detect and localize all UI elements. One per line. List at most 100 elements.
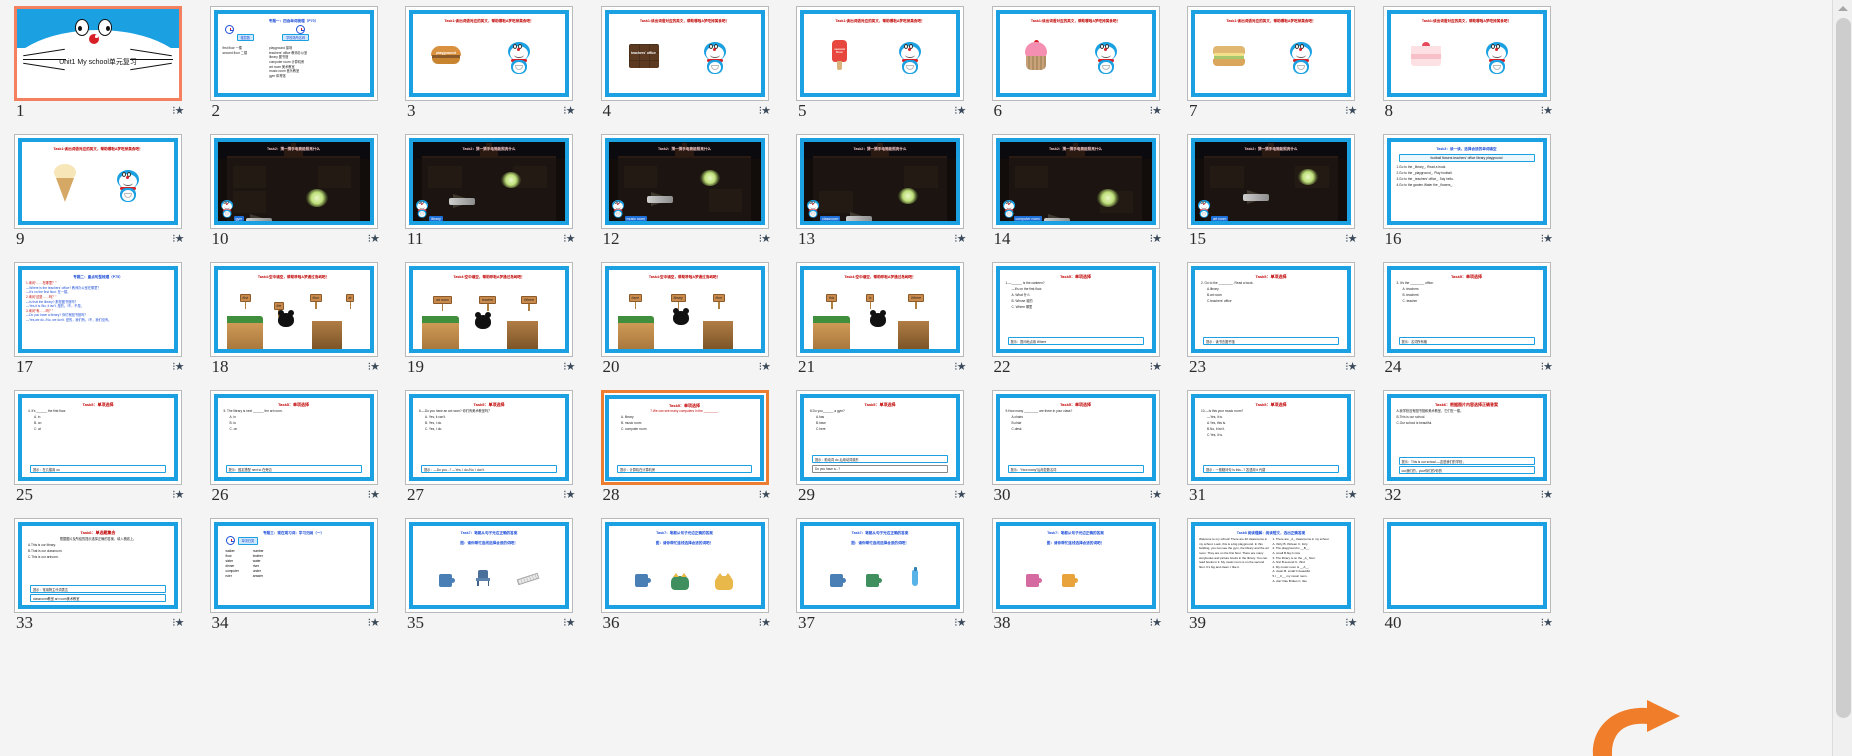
scroll-up-arrow-icon[interactable] [1836, 2, 1850, 14]
slide-cell-36[interactable]: Task7：笔都从句子光边正确的答案 图：请你帮忙连线选择合适的词吧！ 36 ⁝… [597, 514, 793, 642]
slide-thumbnail-18[interactable]: Task4:空中填空，帮助哆啦A梦通过岛屿吧！ first the floor … [209, 262, 378, 357]
slide-thumbnail-12[interactable]: music room Task2：猜一猜手电筒能照亮什么 [600, 134, 769, 229]
hint-box: 提示：读书去图书馆 [1203, 337, 1339, 345]
slide-cell-9[interactable]: Task1:读出词语对应的英文，帮助哪啦A梦吃掉美食吧！ 9 ⁝★ [10, 130, 206, 258]
slide-cell-6[interactable]: Task1:读出词语对应的英文，帮助哪啦A梦吃掉美食吧！ 6 ⁝★ [988, 2, 1184, 130]
slide-cell-21[interactable]: Task4:空中填空，帮助哆啦A梦通过岛屿吧！ this is Where 21… [792, 258, 988, 386]
slide-cell-17[interactable]: 专题二：重点句型梳理（P75） 1.询问“……在哪里？” —Where is t… [10, 258, 206, 386]
slide-thumbnail-15[interactable]: art room Task2：猜一猜手电筒能照亮什么 [1187, 134, 1355, 229]
slide-cell-22[interactable]: Task5：单项选择 1.—______ is the canteen? —It… [988, 258, 1184, 386]
slide-cell-38[interactable]: Task7：笔都从句子光边正确的答案 图：请你帮忙连线选择合适的词吧！ 38 ⁝… [988, 514, 1184, 642]
slide-cell-26[interactable]: Task5：单项选择 5. The library is next ______… [206, 386, 402, 514]
slide-thumbnail-37[interactable]: Task7：笔都从句子光边正确的答案 图：请你帮忙连线选择合适的词吧！ [796, 518, 964, 613]
slide-thumbnail-1[interactable]: Unit1 My school单元复习 [14, 6, 182, 101]
slide-thumbnail-3[interactable]: Task1:读出词语对应的英文，帮助哪啦A梦吃掉美食吧！ playground [405, 6, 573, 101]
slide-thumbnail-36[interactable]: Task7：笔都从句子光边正确的答案 图：请你帮忙连线选择合适的词吧！ [600, 518, 769, 613]
slide-thumbnail-33[interactable]: Task6：单选题集合 根据图片及所给的提示选择正确的答案，填入横线上。 A.T… [14, 518, 182, 613]
task1-title: Task1:读出词语对应的英文，帮助哪啦A梦吃掉美食吧！ [1421, 19, 1512, 23]
slide-cell-19[interactable]: Task4:空中填空，帮助哆啦A梦通过岛屿吧！ art room teacher… [401, 258, 597, 386]
slide-thumbnail-26[interactable]: Task5：单项选择 5. The library is next ______… [209, 390, 378, 485]
slide-thumbnail-2[interactable]: 专题一：四会单词梳理（P70） 楼层数 学校场所名称 first floor 一… [209, 6, 378, 101]
slide-cell-28[interactable]: Task5：单项选择 7.We can see many computers i… [597, 386, 793, 514]
slide-cell-14[interactable]: computer room Task2：猜一猜手电筒能照亮什么 14 ⁝★ [988, 130, 1184, 258]
slide-thumbnail-16[interactable]: Task3：读一读，选择合适的单词填空 football flowers tea… [1382, 134, 1551, 229]
slide-thumbnail-38[interactable]: Task7：笔都从句子光边正确的答案 图：请你帮忙连线选择合适的词吧！ [991, 518, 1160, 613]
slide-number-22: 22 [993, 357, 1011, 376]
slide-thumbnail-14[interactable]: computer room Task2：猜一猜手电筒能照亮什么 [991, 134, 1160, 229]
slide-cell-16[interactable]: Task3：读一读，选择合适的单词填空 football flowers tea… [1379, 130, 1575, 258]
slide-cell-2[interactable]: 专题一：四会单词梳理（P70） 楼层数 学校场所名称 first floor 一… [206, 2, 402, 130]
slide-cell-27[interactable]: Task5：单项选择 6.—Do you have an art room? 你… [401, 386, 597, 514]
option: C. Where 哪里 [1011, 304, 1033, 309]
slide-thumbnail-7[interactable]: Task1:读出词语对应的英文，帮助哪啦A梦吃掉美食吧！ [1187, 6, 1355, 101]
slide-cell-4[interactable]: Task1:读出词语对应的英文，帮助哪啦A梦吃掉美食吧！ teachers' o… [597, 2, 793, 130]
animation-badge-icon: ⁝★ [563, 361, 575, 373]
slide-cell-32[interactable]: Task6：根据图片内容选择正确答案 A.我学校没有图书馆和美术教室，它们在一楼… [1379, 386, 1575, 514]
slide-cell-11[interactable]: library Task2：猜一猜手电筒能照亮什么 11 ⁝★ [401, 130, 597, 258]
slide-thumbnail-31[interactable]: Task5：单项选择 10.—Is this your music room? … [1187, 390, 1355, 485]
slide-thumbnail-19[interactable]: Task4:空中填空，帮助哆啦A梦通过岛屿吧！ art room teacher… [405, 262, 573, 357]
slide-thumbnail-10[interactable]: gym Task2：猜一猜手电筒能照亮什么 [209, 134, 378, 229]
slide-cell-13[interactable]: classroom Task2：猜一猜手电筒能照亮什么 13 ⁝★ [792, 130, 988, 258]
slide-thumbnail-24[interactable]: Task5：单项选择 3. It's the ________ office. … [1382, 262, 1551, 357]
slide-cell-8[interactable]: Task1:读出词语对应的英文，帮助哪啦A梦吃掉美食吧！ 8 ⁝★ [1379, 2, 1575, 130]
slide-thumbnail-22[interactable]: Task5：单项选择 1.—______ is the canteen? —It… [991, 262, 1160, 357]
slide-thumbnail-5[interactable]: Task1:读出词语对应的英文，帮助哪啦A梦吃掉美食吧！ second floo… [796, 6, 964, 101]
slide-thumbnail-6[interactable]: Task1:读出词语对应的英文，帮助哪啦A梦吃掉美食吧！ [991, 6, 1160, 101]
slide-cell-35[interactable]: Task7：笔都从句子光边正确的答案 图：请你帮忙连线选择合适的词吧！ 35 ⁝… [401, 514, 597, 642]
slide-thumbnail-20[interactable]: Task4:空中填空，帮助哆啦A梦通过岛屿吧！ have library flo… [600, 262, 769, 357]
slide-cell-7[interactable]: Task1:读出词语对应的英文，帮助哪啦A梦吃掉美食吧！ 7 ⁝★ [1183, 2, 1379, 130]
slide-cell-31[interactable]: Task5：单项选择 10.—Is this your music room? … [1183, 386, 1379, 514]
slide-cell-5[interactable]: Task1:读出词语对应的英文，帮助哪啦A梦吃掉美食吧！ second floo… [792, 2, 988, 130]
slide-thumbnail-30[interactable]: Task5：单项选择 9.How many ________ are there… [991, 390, 1160, 485]
slide-thumbnail-21[interactable]: Task4:空中填空，帮助哆啦A梦通过岛屿吧！ this is Where [796, 262, 964, 357]
slide-thumbnail-9[interactable]: Task1:读出词语对应的英文，帮助哪啦A梦吃掉美食吧！ [14, 134, 182, 229]
slide-cell-25[interactable]: Task5：单项选择 4. It's ______ the first floo… [10, 386, 206, 514]
slide-thumbnail-23[interactable]: Task5：单项选择 2. Go to the ________. Read a… [1187, 262, 1355, 357]
sign-label: at [345, 294, 355, 302]
slide-thumbnail-34[interactable]: 专题三：现在观习词：学习归纳（一） 单词归类 walker floor sist… [209, 518, 378, 613]
slide-thumbnail-32[interactable]: Task6：根据图片内容选择正确答案 A.我学校没有图书馆和美术教室，它们在一楼… [1382, 390, 1551, 485]
slide-cell-33[interactable]: Task6：单选题集合 根据图片及所给的提示选择正确的答案，填入横线上。 A.T… [10, 514, 206, 642]
slide-thumbnail-8[interactable]: Task1:读出词语对应的英文，帮助哪啦A梦吃掉美食吧！ [1382, 6, 1551, 101]
slide-cell-40[interactable]: 40 ⁝★ [1379, 514, 1575, 642]
slide-cell-10[interactable]: gym Task2：猜一猜手电筒能照亮什么 10 ⁝★ [206, 130, 402, 258]
animation-badge-icon: ⁝★ [172, 233, 184, 245]
slide-number-4: 4 [602, 101, 612, 120]
slide-cell-30[interactable]: Task5：单项选择 9.How many ________ are there… [988, 386, 1184, 514]
slide-thumbnail-4[interactable]: Task1:读出词语对应的英文，帮助哪啦A梦吃掉美食吧！ teachers' o… [600, 6, 769, 101]
slide-cell-12[interactable]: music room Task2：猜一猜手电筒能照亮什么 12 ⁝★ [597, 130, 793, 258]
slide-thumbnail-13[interactable]: classroom Task2：猜一猜手电筒能照亮什么 [796, 134, 964, 229]
slide-cell-3[interactable]: Task1:读出词语对应的英文，帮助哪啦A梦吃掉美食吧！ playground … [401, 2, 597, 130]
animation-badge-icon: ⁝★ [1345, 233, 1357, 245]
slide-thumbnail-25[interactable]: Task5：单项选择 4. It's ______ the first floo… [14, 390, 182, 485]
slide-thumbnail-11[interactable]: library Task2：猜一猜手电筒能照亮什么 [405, 134, 573, 229]
animation-badge-icon: ⁝★ [1540, 233, 1553, 245]
slide-cell-23[interactable]: Task5：单项选择 2. Go to the ________. Read a… [1183, 258, 1379, 386]
option: C.here [816, 426, 826, 431]
slide-cell-18[interactable]: Task4:空中填空，帮助哆啦A梦通过岛屿吧！ first the floor … [206, 258, 402, 386]
scrollbar-thumb[interactable] [1835, 18, 1851, 718]
slides-grid[interactable]: Unit1 My school单元复习 1 ⁝★ 专题一：四会单词梳理（P70）… [0, 0, 1810, 756]
slide-thumbnail-39[interactable]: Task8 阅读理解：阅读短文，选出正确答案 Welcome to my sch… [1187, 518, 1355, 613]
burger-icon: playground [431, 46, 461, 64]
slide-cell-15[interactable]: art room Task2：猜一猜手电筒能照亮什么 15 ⁝★ [1183, 130, 1379, 258]
signpost: art room [433, 296, 452, 311]
slide-cell-29[interactable]: Task5：单项选择 8.Do you______ a gym? A.has B… [792, 386, 988, 514]
slide-cell-39[interactable]: Task8 阅读理解：阅读短文，选出正确答案 Welcome to my sch… [1183, 514, 1379, 642]
slide-cell-24[interactable]: Task5：单项选择 3. It's the ________ office. … [1379, 258, 1575, 386]
vertical-scrollbar[interactable] [1832, 0, 1852, 756]
sentence-line: —Yes,we do. /No, we don't. 是的，我们有。/不，我们没… [26, 318, 112, 323]
slide-cell-34[interactable]: 专题三：现在观习词：学习归纳（一） 单词归类 walker floor sist… [206, 514, 402, 642]
slide-thumbnail-17[interactable]: 专题二：重点句型梳理（P75） 1.询问“……在哪里？” —Where is t… [14, 262, 182, 357]
slide-cell-37[interactable]: Task7：笔都从句子光边正确的答案 图：请你帮忙连线选择合适的词吧！ 37 ⁝… [792, 514, 988, 642]
slide-thumbnail-28-selected[interactable]: Task5：单项选择 7.We can see many computers i… [600, 390, 769, 485]
slide-cell-20[interactable]: Task4:空中填空，帮助哆啦A梦通过岛屿吧！ have library flo… [597, 258, 793, 386]
animation-badge-icon: ⁝★ [172, 105, 184, 117]
slide-thumbnail-35[interactable]: Task7：笔都从句子光边正确的答案 图：请你帮忙连线选择合适的词吧！ [405, 518, 573, 613]
slide-cell-1[interactable]: Unit1 My school单元复习 1 ⁝★ [10, 2, 206, 130]
slide-thumbnail-40[interactable] [1382, 518, 1551, 613]
slide-thumbnail-27[interactable]: Task5：单项选择 6.—Do you have an art room? 你… [405, 390, 573, 485]
slide-thumbnail-29[interactable]: Task5：单项选择 8.Do you______ a gym? A.has B… [796, 390, 964, 485]
sign-label: library [670, 294, 686, 302]
